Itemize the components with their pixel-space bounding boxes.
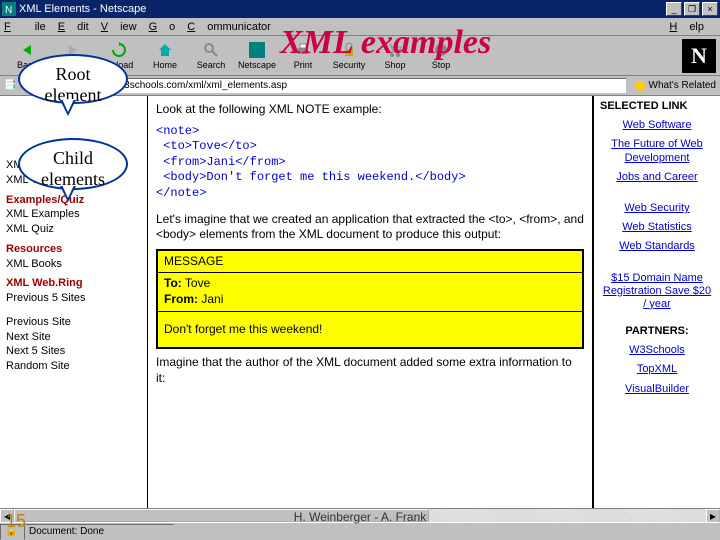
svg-text:N: N (5, 5, 12, 16)
minimize-button[interactable]: _ (666, 2, 682, 16)
url-input[interactable] (65, 78, 626, 94)
close-button[interactable]: × (702, 2, 718, 16)
message-box: MESSAGE To: Tove From: Jani Don't forget… (156, 249, 584, 349)
menu-view[interactable]: View (101, 21, 137, 33)
callout-child: Child elements (18, 138, 128, 190)
nav-item[interactable]: Previous Site (6, 316, 141, 330)
bookmark-icon[interactable]: 📑 (4, 80, 16, 91)
search-button[interactable]: Search (188, 38, 234, 74)
intro-text: Look at the following XML NOTE example: (156, 102, 584, 118)
sidebar-link[interactable]: W3Schools (600, 344, 714, 357)
nav-item[interactable]: Next 5 Sites (6, 345, 141, 359)
window-title: XML Elements - Netscape (19, 3, 146, 15)
menu-communicator[interactable]: Communicator (187, 21, 271, 33)
titlebar: N XML Elements - Netscape _ ❐ × (0, 0, 720, 18)
message-addresses: To: Tove From: Jani (158, 273, 582, 311)
nav-item[interactable]: XML Quiz (6, 223, 141, 237)
slide-number: 15 (6, 511, 26, 532)
nav-item[interactable]: XML Books (6, 258, 141, 272)
main-content: Look at the following XML NOTE example: … (148, 96, 592, 520)
nav-item[interactable]: Next Site (6, 331, 141, 345)
sidebar-link[interactable]: Jobs and Career (600, 171, 714, 184)
menu-go[interactable]: Go (149, 21, 176, 33)
slide-title: XML examples (280, 24, 491, 62)
callout-root: Root element (18, 54, 128, 104)
sidebar-link[interactable]: The Future of Web Development (600, 138, 714, 164)
nav-item[interactable]: Previous 5 Sites (6, 292, 141, 306)
right-sidebar: SELECTED LINK Web Software The Future of… (592, 96, 720, 520)
nav-header: Resources (6, 243, 141, 257)
restore-button[interactable]: ❐ (684, 2, 700, 16)
sidebar-link[interactable]: Web Security (600, 202, 714, 215)
nav-header: XML Web.Ring (6, 277, 141, 291)
sidebar-link[interactable]: Web Standards (600, 240, 714, 253)
nav-item[interactable]: XML Examples (6, 208, 141, 222)
paragraph: Let's imagine that we created an applica… (156, 212, 584, 243)
home-button[interactable]: Home (142, 38, 188, 74)
paragraph: Imagine that the author of the XML docum… (156, 355, 584, 386)
sidebar-link[interactable]: Web Software (600, 119, 714, 132)
whats-related[interactable]: What's Related (633, 79, 717, 93)
netscape-logo: N (682, 39, 716, 73)
menu-file[interactable]: File (4, 21, 46, 33)
sidebar-link[interactable]: TopXML (600, 363, 714, 376)
nav-item[interactable]: Random Site (6, 360, 141, 374)
menu-edit[interactable]: Edit (58, 21, 89, 33)
menu-help[interactable]: Help (669, 21, 704, 33)
status-text: Document: Done (24, 524, 174, 540)
netscape-icon: N (2, 2, 16, 16)
sidebar-header: SELECTED LINK (600, 100, 714, 113)
sidebar-link[interactable]: VisualBuilder (600, 383, 714, 396)
sidebar-link[interactable]: Web Statistics (600, 221, 714, 234)
sidebar-header: PARTNERS: (600, 325, 714, 338)
statusbar: 🔓 Document: Done (0, 522, 720, 540)
sidebar-link[interactable]: $15 Domain Name Registration Save $20 / … (600, 272, 714, 312)
footer-credit: H. Weinberger - A. Frank (0, 510, 720, 524)
xml-code: <note> <to>Tove</to> <from>Jani</from> <… (156, 124, 584, 202)
message-body: Don't forget me this weekend! (158, 312, 582, 348)
message-header: MESSAGE (158, 251, 582, 274)
netscape-button[interactable]: Netscape (234, 38, 280, 74)
